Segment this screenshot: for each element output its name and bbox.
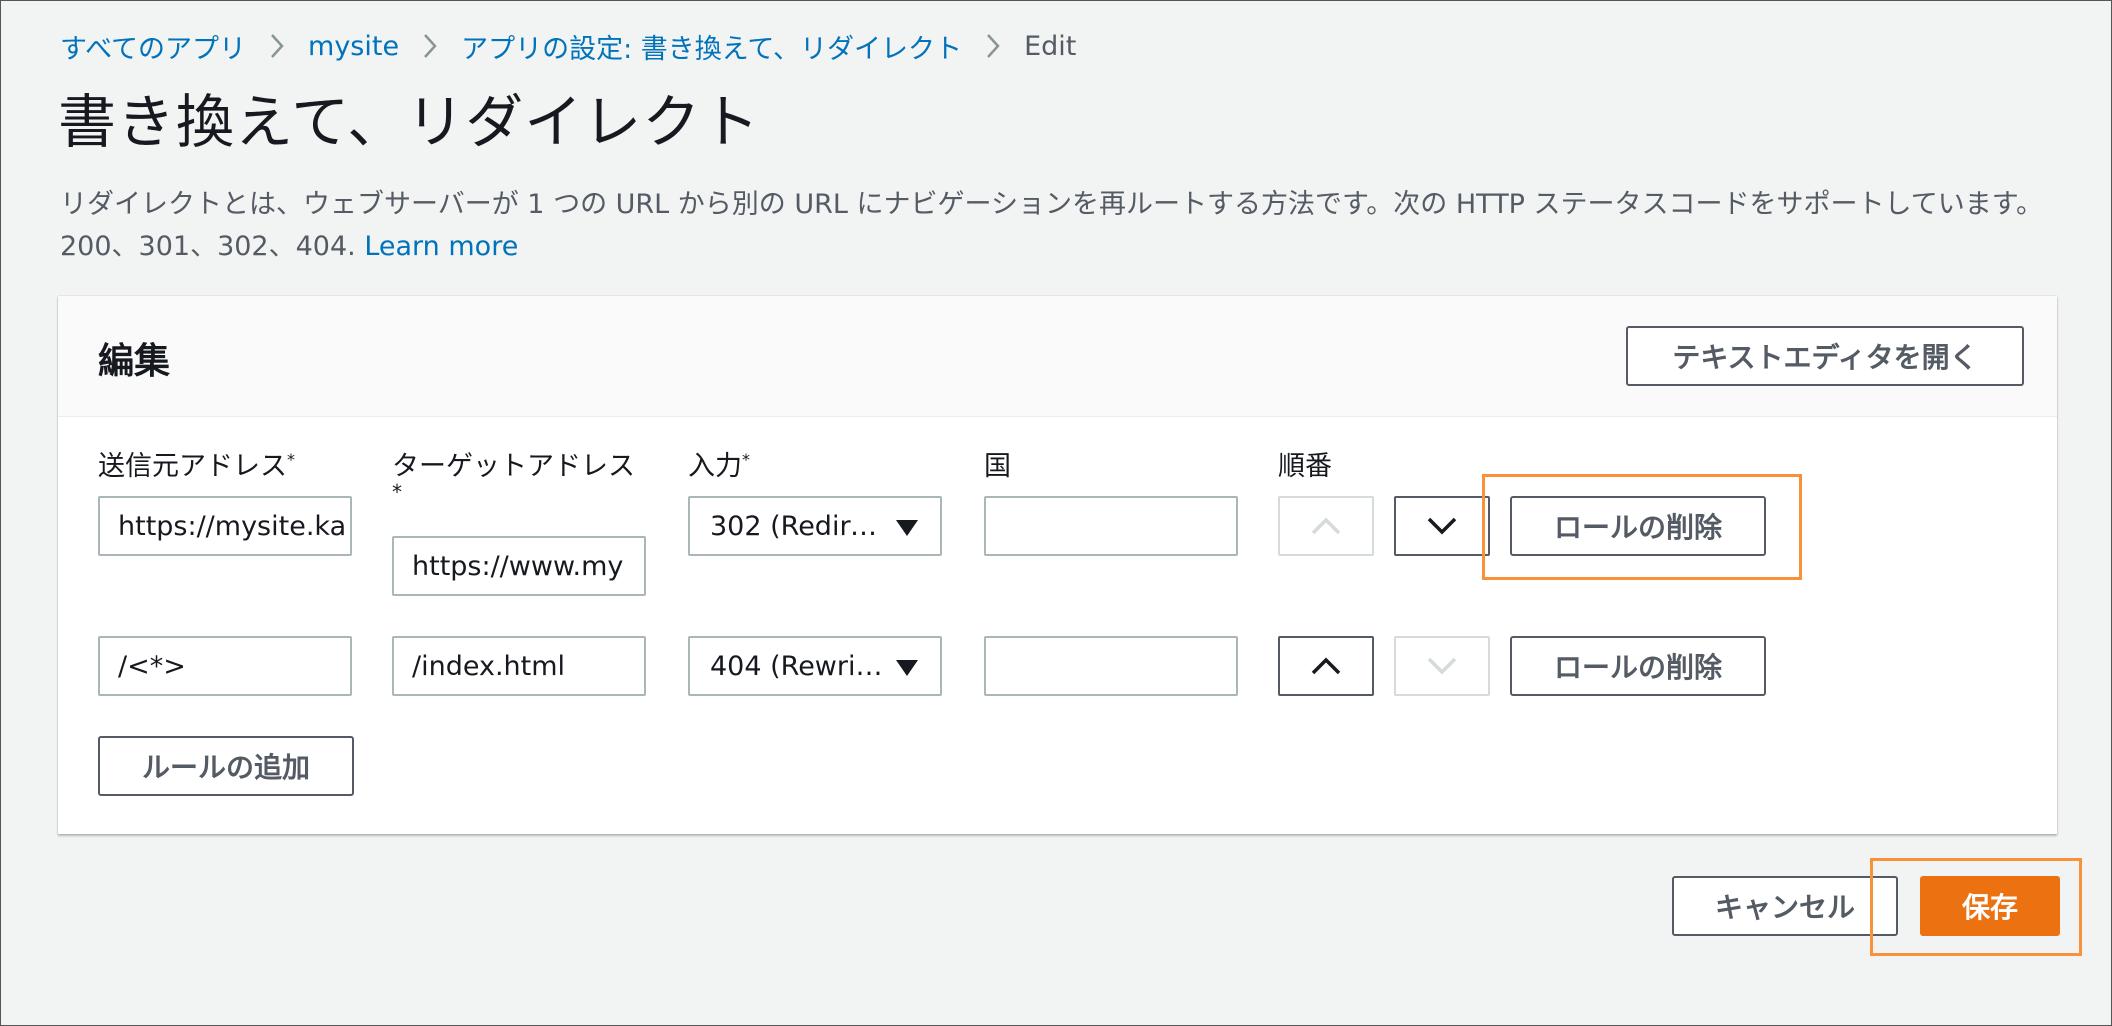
breadcrumb-app[interactable]: mysite	[308, 31, 399, 62]
required-mark: *	[392, 480, 402, 504]
source-address-input[interactable]: /<*>	[98, 636, 352, 696]
breadcrumb: すべてのアプリ mysite アプリの設定: 書き換えて、リダイレクト Edit	[60, 26, 1076, 66]
remove-rule-button[interactable]: ロールの削除	[1510, 636, 1766, 696]
column-label-type-text: 入力	[688, 451, 742, 482]
country-input[interactable]	[984, 496, 1238, 556]
chevron-right-icon	[399, 33, 461, 59]
highlight-box	[1870, 858, 2082, 956]
move-up-button[interactable]	[1278, 496, 1374, 556]
type-select-value: 404 (Rewrite)	[710, 650, 890, 682]
move-down-button[interactable]	[1394, 636, 1490, 696]
chevron-right-icon	[962, 33, 1024, 59]
type-select-value: 302 (Redirect - Temporary)	[710, 510, 890, 542]
breadcrumb-app-settings[interactable]: アプリの設定: 書き換えて、リダイレクト	[461, 27, 962, 66]
move-down-button[interactable]	[1394, 496, 1490, 556]
chevron-right-icon	[246, 33, 308, 59]
country-input[interactable]	[984, 636, 1238, 696]
highlight-box	[1482, 474, 1802, 580]
description-text: リダイレクトとは、ウェブサーバーが 1 つの URL から別の URL にナビゲ…	[60, 189, 2044, 262]
type-select[interactable]: 302 (Redirect - Temporary)	[688, 496, 942, 556]
page-title: 書き換えて、リダイレクト	[58, 88, 761, 156]
chevron-down-icon	[1427, 657, 1457, 675]
column-label-source-text: 送信元アドレス	[98, 451, 287, 482]
column-label-type: 入力*	[688, 444, 750, 483]
panel-header: 編集 テキストエディタを開く	[58, 296, 2057, 417]
column-label-source: 送信元アドレス*	[98, 444, 295, 483]
type-select[interactable]: 404 (Rewrite)	[688, 636, 942, 696]
source-address-input[interactable]: https://mysite.ka	[98, 496, 352, 556]
learn-more-link[interactable]: Learn more	[364, 231, 518, 262]
column-label-target: ターゲットアドレス	[392, 451, 635, 482]
add-rule-button[interactable]: ルールの追加	[98, 736, 354, 796]
column-label-country: 国	[984, 451, 1011, 482]
target-address-input[interactable]: /index.html	[392, 636, 646, 696]
move-up-button[interactable]	[1278, 636, 1374, 696]
page-description: リダイレクトとは、ウェブサーバーが 1 つの URL から別の URL にナビゲ…	[60, 184, 2050, 268]
breadcrumb-all-apps[interactable]: すべてのアプリ	[60, 27, 246, 66]
target-address-input[interactable]: https://www.my	[392, 536, 646, 596]
open-text-editor-button[interactable]: テキストエディタを開く	[1626, 326, 2024, 386]
caret-down-icon	[896, 660, 918, 676]
caret-down-icon	[896, 520, 918, 536]
column-label-order: 順番	[1278, 451, 1332, 482]
required-mark: *	[287, 450, 295, 469]
required-mark: *	[742, 450, 750, 469]
breadcrumb-current: Edit	[1024, 30, 1077, 62]
panel-title: 編集	[98, 341, 171, 382]
chevron-up-icon	[1311, 657, 1341, 675]
chevron-up-icon	[1311, 517, 1341, 535]
cancel-button[interactable]: キャンセル	[1672, 876, 1898, 936]
chevron-down-icon	[1427, 517, 1457, 535]
